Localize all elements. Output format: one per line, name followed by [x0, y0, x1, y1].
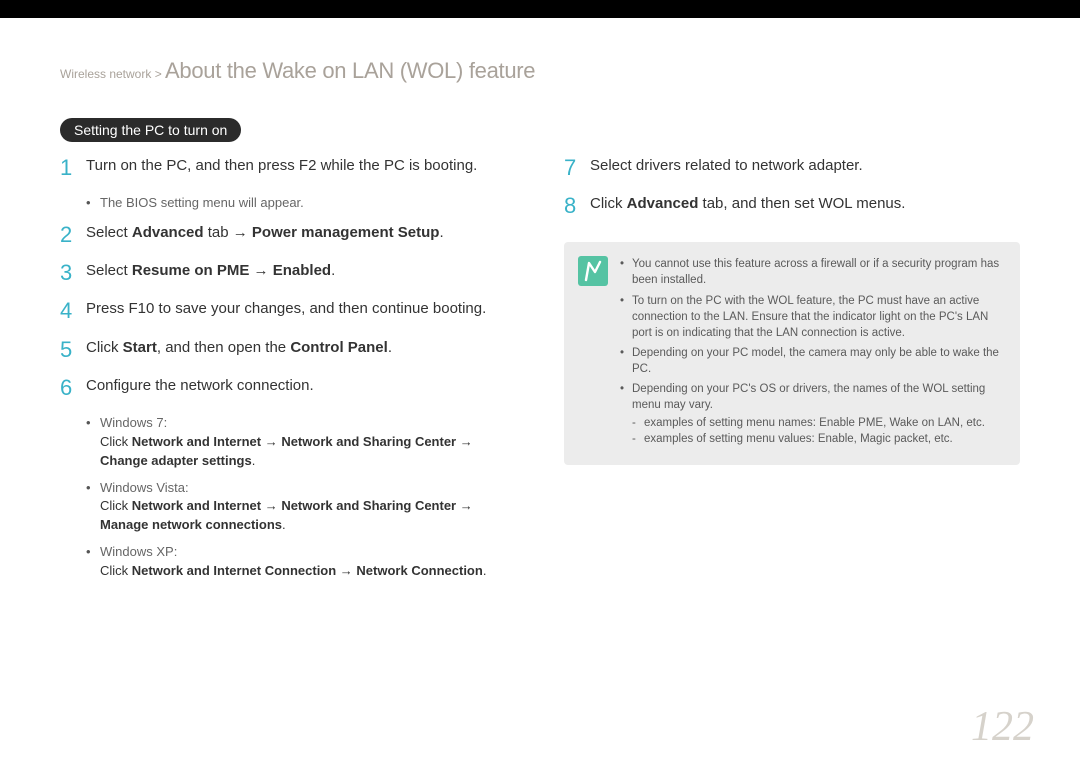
- sub-detail: Click Network and Internet → Network and…: [100, 433, 516, 471]
- step-8: 8 Click Advanced tab, and then set WOL m…: [564, 194, 1020, 218]
- step-5: 5 Click Start, and then open the Control…: [60, 338, 516, 362]
- section-badge: Setting the PC to turn on: [60, 118, 241, 142]
- breadcrumb-title-row: Wireless network > About the Wake on LAN…: [60, 58, 1020, 84]
- note-item: To turn on the PC with the WOL feature, …: [620, 293, 1004, 341]
- page-content: Wireless network > About the Wake on LAN…: [0, 18, 1080, 765]
- note-item-text: Depending on your PC's OS or drivers, th…: [632, 383, 985, 411]
- step-2: 2 Select Advanced tab → Power management…: [60, 223, 516, 247]
- step-text: Click Advanced tab, and then set WOL men…: [590, 194, 1020, 218]
- sub-item: Windows XP: Click Network and Internet C…: [86, 543, 516, 581]
- note-subitem: examples of setting menu values: Enable,…: [632, 431, 1004, 447]
- step-1-sub: The BIOS setting menu will appear.: [86, 194, 516, 213]
- step-number: 4: [60, 299, 86, 323]
- step-text: Press F10 to save your changes, and then…: [86, 299, 516, 323]
- sub-lead: Windows XP:: [100, 544, 177, 559]
- step-4: 4 Press F10 to save your changes, and th…: [60, 299, 516, 323]
- step-number: 7: [564, 156, 590, 180]
- step-1: 1 Turn on the PC, and then press F2 whil…: [60, 156, 516, 180]
- note-item: You cannot use this feature across a fir…: [620, 256, 1004, 288]
- sub-item: The BIOS setting menu will appear.: [86, 194, 516, 213]
- page-title: About the Wake on LAN (WOL) feature: [165, 58, 535, 83]
- step-number: 6: [60, 376, 86, 400]
- step-6-sub: Windows 7: Click Network and Internet → …: [86, 414, 516, 581]
- step-text: Select Resume on PME → Enabled.: [86, 261, 516, 285]
- note-list: You cannot use this feature across a fir…: [620, 256, 1004, 451]
- step-6: 6 Configure the network connection.: [60, 376, 516, 400]
- sub-item: Windows 7: Click Network and Internet → …: [86, 414, 516, 471]
- step-3: 3 Select Resume on PME → Enabled.: [60, 261, 516, 285]
- top-bar: [0, 0, 1080, 18]
- sub-lead: Windows 7:: [100, 415, 167, 430]
- step-number: 8: [564, 194, 590, 218]
- note-item: Depending on your PC's OS or drivers, th…: [620, 381, 1004, 447]
- page-number: 122: [971, 703, 1034, 751]
- breadcrumb: Wireless network >: [60, 67, 165, 81]
- sub-detail: Click Network and Internet Connection → …: [100, 562, 516, 581]
- note-item: Depending on your PC model, the camera m…: [620, 345, 1004, 377]
- note-sublist: examples of setting menu names: Enable P…: [632, 415, 1004, 447]
- step-number: 2: [60, 223, 86, 247]
- step-number: 3: [60, 261, 86, 285]
- note-icon: [578, 256, 608, 286]
- sub-lead: Windows Vista:: [100, 480, 189, 495]
- step-text: Turn on the PC, and then press F2 while …: [86, 156, 516, 180]
- step-text: Click Start, and then open the Control P…: [86, 338, 516, 362]
- sub-detail: Click Network and Internet → Network and…: [100, 497, 516, 535]
- sub-lead: The BIOS setting menu will appear.: [100, 195, 304, 210]
- sub-item: Windows Vista: Click Network and Interne…: [86, 479, 516, 536]
- step-text: Configure the network connection.: [86, 376, 516, 400]
- step-text: Select Advanced tab → Power management S…: [86, 223, 516, 247]
- note-box: You cannot use this feature across a fir…: [564, 242, 1020, 465]
- note-subitem: examples of setting menu names: Enable P…: [632, 415, 1004, 431]
- step-7: 7 Select drivers related to network adap…: [564, 156, 1020, 180]
- step-text: Select drivers related to network adapte…: [590, 156, 1020, 180]
- right-column: 7 Select drivers related to network adap…: [564, 156, 1020, 591]
- step-number: 1: [60, 156, 86, 180]
- step-number: 5: [60, 338, 86, 362]
- left-column: 1 Turn on the PC, and then press F2 whil…: [60, 156, 516, 591]
